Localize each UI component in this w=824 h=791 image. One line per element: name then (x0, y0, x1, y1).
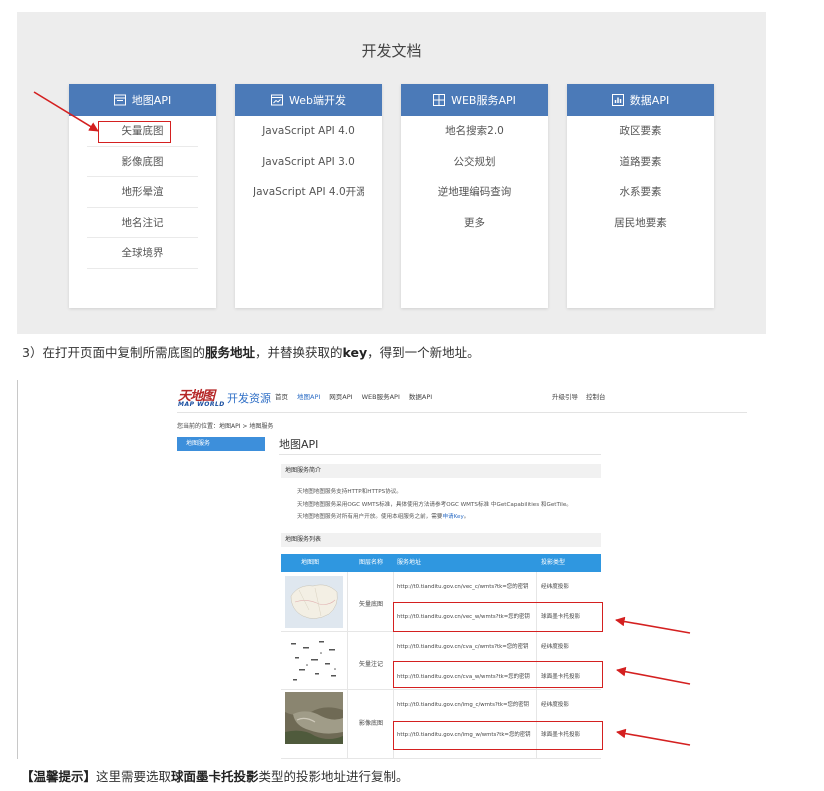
arrow-icon (616, 666, 691, 685)
arrow-icon (33, 91, 99, 132)
arrow-icon (616, 728, 691, 746)
annotation-arrows (33, 91, 691, 746)
arrow-icon (615, 616, 691, 634)
